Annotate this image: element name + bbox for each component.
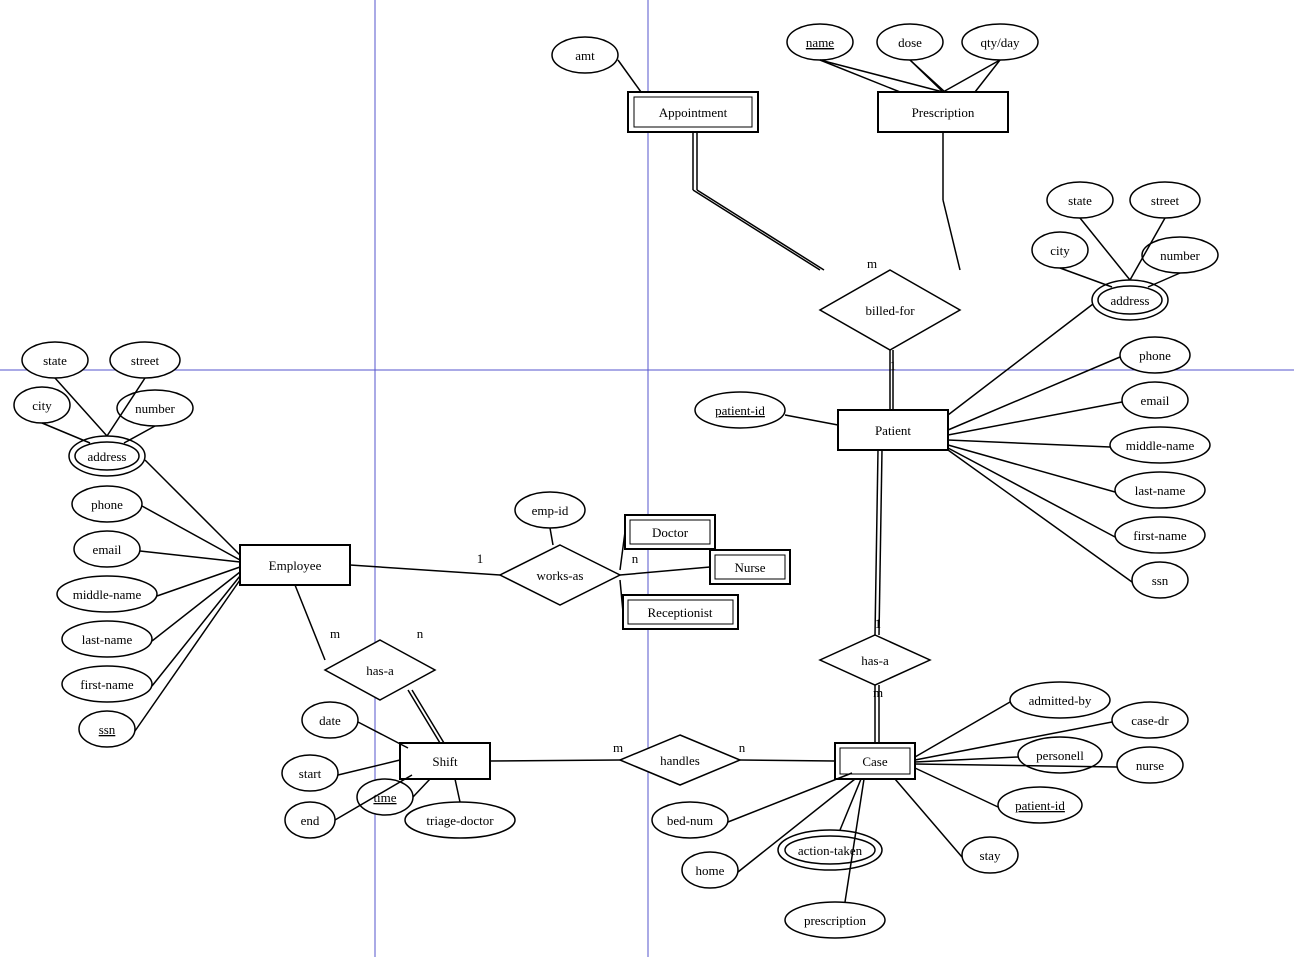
- case-stay-attr: stay: [980, 848, 1001, 863]
- works-as-n: n: [632, 551, 639, 566]
- qty-day-attr: qty/day: [981, 35, 1020, 50]
- appointment-label: Appointment: [659, 105, 728, 120]
- case-home-attr: home: [696, 863, 725, 878]
- emp-email-attr: email: [93, 542, 122, 557]
- patient-street-attr: street: [1151, 193, 1180, 208]
- case-admitted-by-attr: admitted-by: [1029, 693, 1092, 708]
- amt-attr: amt: [575, 48, 595, 63]
- case-personell-attr: personell: [1036, 748, 1084, 763]
- emp-last-name-attr: last-name: [82, 632, 133, 647]
- er-diagram-canvas: Appointment amt name dose qty/day Prescr…: [0, 0, 1294, 957]
- emp-street-attr: street: [131, 353, 160, 368]
- shift-label: Shift: [432, 754, 458, 769]
- patient-first-name-attr: first-name: [1133, 528, 1187, 543]
- emp-ssn-attr: ssn: [99, 722, 116, 737]
- case-label: Case: [862, 754, 888, 769]
- shift-date-attr: date: [319, 713, 341, 728]
- case-nurse-attr: nurse: [1136, 758, 1164, 773]
- emp-middle-name-attr: middle-name: [73, 587, 142, 602]
- patient-city-attr: city: [1050, 243, 1070, 258]
- prescription-label: Prescription: [912, 105, 975, 120]
- nurse-label: Nurse: [734, 560, 765, 575]
- emp-id-attr: emp-id: [532, 503, 569, 518]
- emp-first-name-attr: first-name: [80, 677, 134, 692]
- case-prescription-attr: prescription: [804, 913, 867, 928]
- emp-address-attr: address: [88, 449, 127, 464]
- case-bed-num-attr: bed-num: [667, 813, 713, 828]
- dose-attr: dose: [898, 35, 922, 50]
- patient-address-attr: address: [1111, 293, 1150, 308]
- billed-for-label: billed-for: [865, 303, 915, 318]
- patient-id-attr: patient-id: [715, 403, 765, 418]
- patient-phone-attr: phone: [1139, 348, 1171, 363]
- has-a-emp-n: n: [417, 626, 424, 641]
- works-as-1: 1: [477, 551, 484, 566]
- patient-label: Patient: [875, 423, 911, 438]
- handles-m: m: [613, 740, 623, 755]
- emp-number-attr: number: [135, 401, 175, 416]
- has-a-emp-label: has-a: [366, 663, 394, 678]
- handles-label: handles: [660, 753, 700, 768]
- shift-time-attr: time: [373, 790, 396, 805]
- shift-end-attr: end: [301, 813, 320, 828]
- has-a-patient-label: has-a: [861, 653, 889, 668]
- receptionist-label: Receptionist: [648, 605, 713, 620]
- patient-state-attr: state: [1068, 193, 1092, 208]
- works-as-label: works-as: [537, 568, 584, 583]
- has-a-emp-m: m: [330, 626, 340, 641]
- patient-number-attr: number: [1160, 248, 1200, 263]
- patient-email-attr: email: [1141, 393, 1170, 408]
- pres-name-attr: name: [806, 35, 834, 50]
- billed-for-m: m: [867, 256, 877, 271]
- patient-last-name-attr: last-name: [1135, 483, 1186, 498]
- patient-middle-name-attr: middle-name: [1126, 438, 1195, 453]
- case-case-dr-attr: case-dr: [1131, 713, 1169, 728]
- emp-state-attr: state: [43, 353, 67, 368]
- patient-ssn-attr: ssn: [1152, 573, 1169, 588]
- doctor-label: Doctor: [652, 525, 689, 540]
- er-diagram-svg: Appointment amt name dose qty/day Prescr…: [0, 0, 1294, 957]
- emp-phone-attr: phone: [91, 497, 123, 512]
- employee-label: Employee: [269, 558, 322, 573]
- emp-city-attr: city: [32, 398, 52, 413]
- shift-start-attr: start: [299, 766, 322, 781]
- case-patient-id-attr: patient-id: [1015, 798, 1065, 813]
- handles-n: n: [739, 740, 746, 755]
- shift-triage-doctor-attr: triage-doctor: [426, 813, 494, 828]
